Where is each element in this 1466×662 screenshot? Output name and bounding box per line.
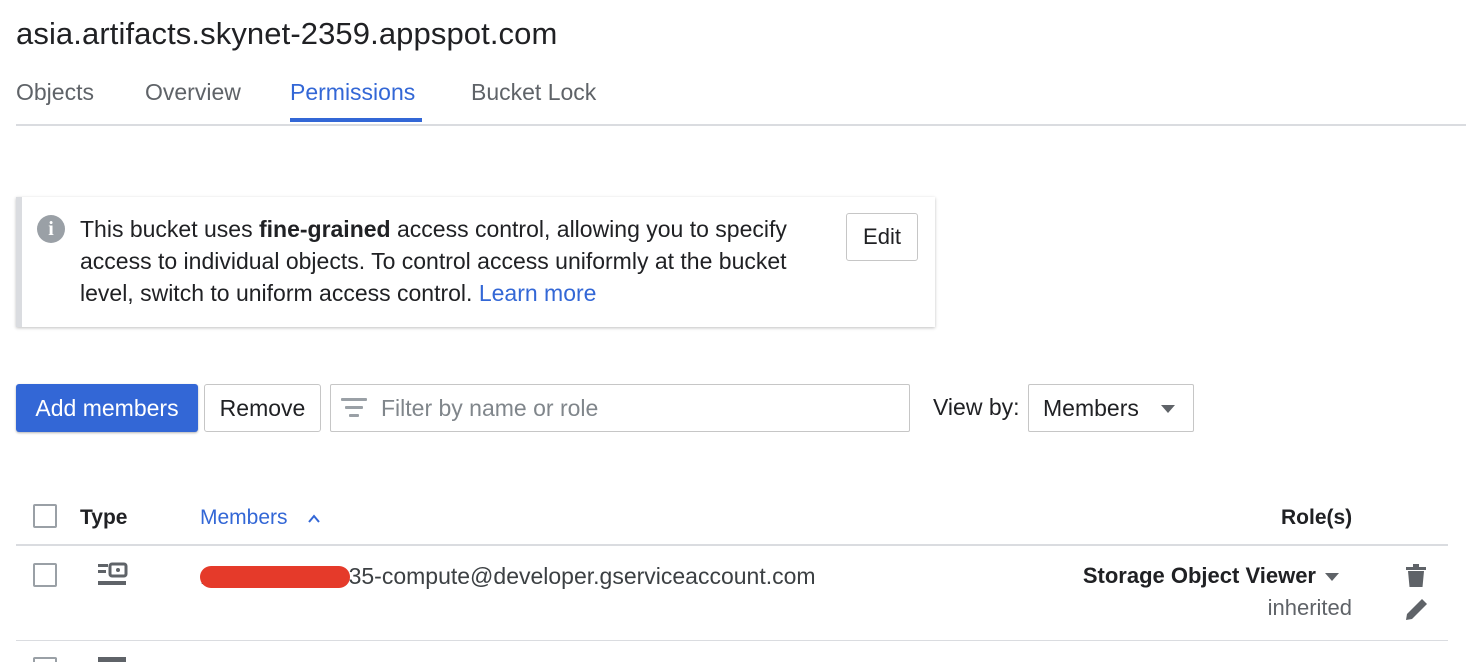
view-by-value: Members (1043, 395, 1139, 421)
tab-bucket-lock[interactable]: Bucket Lock (471, 70, 596, 124)
trash-icon[interactable] (1406, 564, 1426, 588)
redaction-mark (200, 566, 350, 588)
column-members[interactable]: Members (200, 503, 340, 533)
sort-ascending-icon (308, 514, 320, 523)
active-tab-indicator (290, 118, 422, 122)
tab-permissions[interactable]: Permissions (290, 70, 415, 124)
table-header: Type Members Role(s) (16, 494, 1448, 546)
tab-bar: Objects Overview Permissions Bucket Lock (16, 70, 1466, 126)
row-checkbox-partial[interactable] (33, 657, 57, 662)
role-name[interactable]: Storage Object Viewer (1083, 561, 1316, 591)
column-members-label: Members (200, 506, 288, 529)
filter-icon (341, 398, 369, 420)
service-account-icon (98, 562, 128, 585)
column-roles: Role(s) (1281, 506, 1353, 529)
remove-button[interactable]: Remove (204, 384, 321, 432)
access-control-notice: i This bucket uses fine-grained access c… (16, 197, 935, 327)
notice-text-start: This bucket uses (80, 216, 259, 242)
notice-text-bold: fine-grained (258, 216, 391, 242)
chevron-down-icon (1161, 405, 1175, 413)
filter-box[interactable] (330, 384, 910, 432)
tab-overview[interactable]: Overview (145, 70, 241, 124)
info-icon: i (37, 215, 65, 243)
service-account-icon-partial (98, 657, 126, 662)
learn-more-link[interactable]: Learn more (479, 280, 597, 306)
edit-access-button[interactable]: Edit (846, 213, 918, 261)
table-row: 1235-compute@developer.gserviceaccount.c… (16, 546, 1448, 641)
view-by-select[interactable]: Members (1028, 384, 1194, 432)
role-dropdown-icon[interactable] (1325, 573, 1339, 581)
table-row-partial (16, 655, 1448, 662)
row-checkbox[interactable] (33, 563, 57, 587)
pencil-icon[interactable] (1404, 596, 1430, 622)
member-email-suffix: 35-compute@developer.gserviceaccount.com (348, 563, 816, 589)
role-inherited-note: inherited (1267, 595, 1352, 620)
filter-input[interactable] (381, 385, 901, 431)
add-members-button[interactable]: Add members (16, 384, 198, 432)
select-all-checkbox[interactable] (33, 504, 57, 528)
bucket-permissions-page: asia.artifacts.skynet-2359.appspot.com O… (0, 0, 1466, 662)
tab-objects[interactable]: Objects (16, 70, 94, 124)
page-title: asia.artifacts.skynet-2359.appspot.com (16, 16, 558, 51)
view-by-label: View by: (933, 394, 1020, 420)
notice-text: This bucket uses fine-grained access con… (80, 213, 820, 309)
column-type: Type (80, 506, 128, 529)
